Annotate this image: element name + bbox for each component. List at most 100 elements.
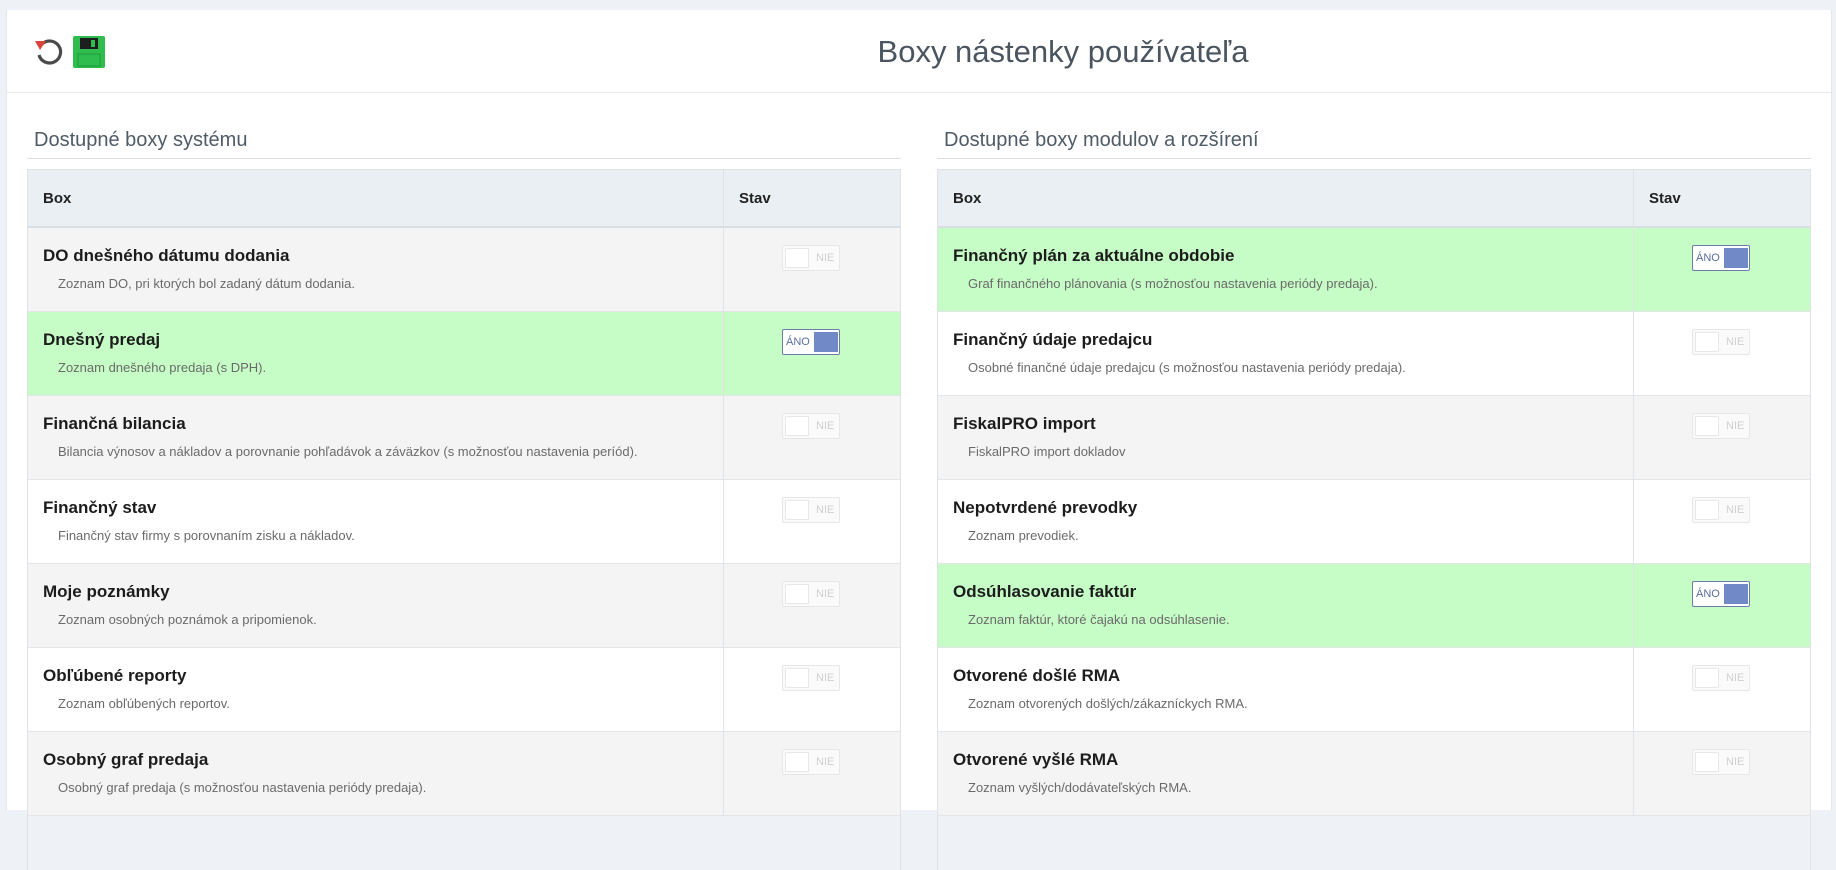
status-toggle[interactable]: NIE — [1692, 413, 1750, 439]
toggle-knob — [1695, 332, 1719, 352]
toggle-knob — [785, 584, 809, 604]
table-row: Obľúbené reporty Zoznam obľúbených report… — [28, 648, 900, 732]
table-row: Finančná bilancia Bilancia výnosov a nákl… — [28, 396, 900, 480]
box-description: Osobné finančné údaje predajcu (s možnos… — [968, 360, 1406, 375]
module-boxes-table: Box Stav Finančný plán za aktuálne obdob… — [937, 169, 1811, 870]
box-title: Finančná bilancia — [43, 414, 186, 433]
box-title: Osobný graf predaja — [43, 750, 209, 769]
box-title: DO dnešného dátumu dodania — [43, 246, 290, 265]
table-row: Finančný stav Finančný stav firmy s porov… — [28, 480, 900, 564]
stav-cell: ÁNO — [724, 312, 900, 395]
box-cell: Nepotvrdené prevodky Zoznam prevodiek. — [938, 480, 1634, 563]
stav-cell: NIE — [724, 396, 900, 479]
box-cell: DO dnešného dátumu dodania Zoznam DO, pri… — [28, 228, 724, 311]
toggle-label: NIE — [1726, 672, 1745, 684]
table-header: Box Stav — [938, 170, 1810, 228]
box-description: Finančný stav firmy s porovnaním zisku a… — [58, 528, 355, 543]
status-toggle[interactable]: ÁNO — [1692, 581, 1750, 607]
module-boxes-rows: Finančný plán za aktuálne obdobie Graf fi… — [938, 228, 1810, 816]
module-boxes-header: Dostupné boxy modulov a rozšírení — [937, 128, 1811, 159]
box-cell: Odsúhlasovanie faktúr Zoznam faktúr, ktor… — [938, 564, 1634, 647]
toggle-knob — [1724, 584, 1748, 604]
stav-cell: NIE — [1634, 396, 1810, 479]
box-title: Odsúhlasovanie faktúr — [953, 582, 1137, 601]
toggle-knob — [785, 752, 809, 772]
toggle-knob — [1695, 668, 1719, 688]
status-toggle[interactable]: NIE — [782, 749, 840, 775]
status-toggle[interactable]: NIE — [782, 581, 840, 607]
box-description: Bilancia výnosov a nákladov a porovnanie… — [58, 444, 638, 459]
status-toggle[interactable]: ÁNO — [1692, 245, 1750, 271]
column-box-header: Box — [938, 170, 1634, 226]
status-toggle[interactable]: NIE — [1692, 497, 1750, 523]
toggle-knob — [1724, 248, 1748, 268]
table-row: Dnešný predaj Zoznam dnešného predaja (s … — [28, 312, 900, 396]
toggle-knob — [1695, 752, 1719, 772]
page-title: Boxy nástenky používateľa — [877, 34, 1249, 69]
stav-cell: NIE — [1634, 648, 1810, 731]
status-toggle[interactable]: NIE — [782, 245, 840, 271]
box-description: FiskalPRO import dokladov — [968, 444, 1126, 459]
box-title: Finančný plán za aktuálne obdobie — [953, 246, 1235, 265]
box-cell: Otvorené došlé RMA Zoznam otvorených došl… — [938, 648, 1634, 731]
box-description: Zoznam obľúbených reportov. — [58, 696, 230, 711]
stav-cell: NIE — [724, 480, 900, 563]
table-row: Otvorené vyšlé RMA Zoznam vyšlých/dodávat… — [938, 732, 1810, 816]
toggle-knob — [785, 668, 809, 688]
toggle-label: NIE — [816, 672, 835, 684]
status-toggle[interactable]: NIE — [782, 497, 840, 523]
box-cell: Finančná bilancia Bilancia výnosov a nákl… — [28, 396, 724, 479]
stav-cell: NIE — [1634, 480, 1810, 563]
dashboard-boxes-panel: Boxy nástenky používateľa Dostupné boxy … — [6, 10, 1832, 870]
status-toggle[interactable]: NIE — [1692, 665, 1750, 691]
table-row: Odsúhlasovanie faktúr Zoznam faktúr, ktor… — [938, 564, 1810, 648]
status-toggle[interactable]: NIE — [782, 413, 840, 439]
box-description: Zoznam osobných poznámok a pripomienok. — [58, 612, 317, 627]
box-cell: Moje poznámky Zoznam osobných poznámok a … — [28, 564, 724, 647]
box-cell: Dnešný predaj Zoznam dnešného predaja (s … — [28, 312, 724, 395]
system-boxes-rows: DO dnešného dátumu dodania Zoznam DO, pri… — [28, 228, 900, 816]
stav-cell: ÁNO — [1634, 564, 1810, 647]
box-title: Otvorené došlé RMA — [953, 666, 1121, 685]
status-toggle[interactable]: ÁNO — [782, 329, 840, 355]
toggle-label: NIE — [1726, 504, 1745, 516]
toggle-label: NIE — [1726, 336, 1745, 348]
box-description: Zoznam faktúr, ktoré čajakú na odsúhlase… — [968, 612, 1230, 627]
toggle-knob — [1695, 500, 1719, 520]
stav-cell: NIE — [724, 648, 900, 731]
stav-cell: NIE — [724, 564, 900, 647]
box-description: Osobný graf predaja (s možnosťou nastave… — [58, 780, 427, 795]
box-title: Otvorené vyšlé RMA — [953, 750, 1119, 769]
toggle-knob — [814, 332, 838, 352]
status-toggle[interactable]: NIE — [1692, 329, 1750, 355]
stav-cell: ÁNO — [1634, 228, 1810, 311]
column-stav-header: Stav — [739, 189, 771, 207]
toggle-label: NIE — [816, 420, 835, 432]
toggle-knob — [785, 248, 809, 268]
box-cell: Finančný plán za aktuálne obdobie Graf fi… — [938, 228, 1634, 311]
box-description: Zoznam DO, pri ktorých bol zadaný dátum … — [58, 276, 355, 291]
box-cell: Finančný stav Finančný stav firmy s porov… — [28, 480, 724, 563]
box-description: Zoznam prevodiek. — [968, 528, 1079, 543]
toggle-label: NIE — [816, 756, 835, 768]
status-toggle[interactable]: NIE — [1692, 749, 1750, 775]
table-header: Box Stav — [28, 170, 900, 228]
table-row: Finančný údaje predajcu Osobné finančné ú… — [938, 312, 1810, 396]
box-title: FiskalPRO import — [953, 414, 1096, 433]
box-title: Obľúbené reporty — [43, 666, 187, 685]
box-description: Zoznam vyšlých/dodávateľských RMA. — [968, 780, 1192, 795]
toolbar: Boxy nástenky používateľa — [7, 10, 1831, 93]
module-boxes-column: Dostupné boxy modulov a rozšírení Box St… — [937, 128, 1811, 870]
status-toggle[interactable]: NIE — [782, 665, 840, 691]
box-description: Graf finančného plánovania (s možnosťou … — [968, 276, 1378, 291]
stav-cell: NIE — [724, 228, 900, 311]
box-cell: Finančný údaje predajcu Osobné finančné ú… — [938, 312, 1634, 395]
toggle-label: NIE — [816, 588, 835, 600]
toggle-label: NIE — [1726, 420, 1745, 432]
toggle-label: NIE — [816, 504, 835, 516]
table-row: Otvorené došlé RMA Zoznam otvorených došl… — [938, 648, 1810, 732]
box-title: Finančný údaje predajcu — [953, 330, 1153, 349]
table-row: FiskalPRO import FiskalPRO import doklado… — [938, 396, 1810, 480]
toggle-knob — [785, 500, 809, 520]
toggle-knob — [1695, 416, 1719, 436]
